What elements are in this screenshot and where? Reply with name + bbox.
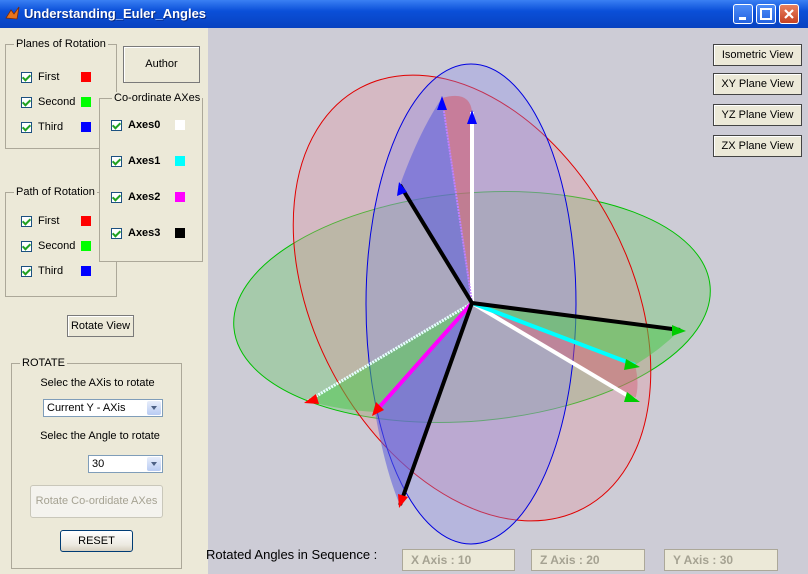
axes2-label: Axes2 <box>128 191 161 203</box>
white-swatch <box>175 120 185 130</box>
author-button[interactable]: Author <box>123 46 200 83</box>
blue-swatch <box>81 266 91 276</box>
chevron-down-icon[interactable] <box>147 457 161 471</box>
plane-third-checkbox[interactable]: Third <box>21 120 63 134</box>
isometric-view-button[interactable]: Isometric View <box>713 44 802 66</box>
axes0-label: Axes0 <box>128 119 161 131</box>
maximize-icon <box>760 8 772 20</box>
green-swatch <box>81 241 91 251</box>
checkbox[interactable] <box>111 119 122 131</box>
y-axis-readout: Y Axis : 30 <box>664 549 778 571</box>
xy-plane-view-button[interactable]: XY Plane View <box>713 73 802 95</box>
maximize-button[interactable] <box>756 4 776 24</box>
z-axis-readout: Z Axis : 20 <box>531 549 645 571</box>
magenta-swatch <box>175 192 185 202</box>
plane-first-label: First <box>38 71 60 83</box>
rotate-view-button[interactable]: Rotate View <box>67 315 134 337</box>
axes3-label: Axes3 <box>128 227 161 239</box>
rotate-label: ROTATE <box>20 357 67 369</box>
checkbox[interactable] <box>21 71 32 83</box>
yz-plane-view-button[interactable]: YZ Plane View <box>713 104 802 126</box>
path-second-checkbox[interactable]: Second <box>21 239 75 253</box>
path-second-label: Second <box>38 240 76 252</box>
black-swatch <box>175 228 185 238</box>
axes3-checkbox[interactable]: Axes3 <box>111 226 160 240</box>
axis-select[interactable]: Current Y - AXis <box>43 399 163 417</box>
matlab-icon <box>5 6 20 20</box>
arrowhead-icon <box>398 494 408 508</box>
angle-select-value: 30 <box>92 458 105 470</box>
axes2-checkbox[interactable]: Axes2 <box>111 190 160 204</box>
blue-swatch <box>81 122 91 132</box>
checkbox[interactable] <box>21 121 32 133</box>
checkbox[interactable] <box>21 215 32 227</box>
axis-select-value: Current Y - AXis <box>47 402 126 414</box>
rotated-angles-label: Rotated Angles in Sequence : <box>206 547 378 562</box>
axes0-checkbox[interactable]: Axes0 <box>111 118 160 132</box>
minimize-button[interactable] <box>733 4 753 24</box>
title-bar: Understanding_Euler_Angles <box>0 0 808 28</box>
axes1-checkbox[interactable]: Axes1 <box>111 154 160 168</box>
plane-second-label: Second <box>38 96 76 108</box>
axes1-label: Axes1 <box>128 155 161 167</box>
path-of-rotation-label: Path of Rotation <box>14 186 97 198</box>
angle-select[interactable]: 30 <box>88 455 163 473</box>
plane-second-checkbox[interactable]: Second <box>21 95 75 109</box>
planes-of-rotation-label: Planes of Rotation <box>14 38 108 50</box>
chevron-down-icon[interactable] <box>147 401 161 415</box>
path-first-label: First <box>38 215 60 227</box>
red-swatch <box>81 72 91 82</box>
window-title: Understanding_Euler_Angles <box>24 6 207 21</box>
zx-plane-view-button[interactable]: ZX Plane View <box>713 135 802 157</box>
checkbox[interactable] <box>21 240 32 252</box>
cyan-swatch <box>175 156 185 166</box>
rotate-coordinate-axes-button[interactable]: Rotate Co-ordidate AXes <box>30 485 163 518</box>
checkbox[interactable] <box>111 155 122 167</box>
checkbox[interactable] <box>21 96 32 108</box>
angle-prompt: Selec the Angle to rotate <box>40 430 160 442</box>
checkbox[interactable] <box>111 227 122 239</box>
red-swatch <box>81 216 91 226</box>
control-panel: Planes of Rotation First Second Third Au… <box>0 28 208 574</box>
close-icon <box>784 9 794 19</box>
path-first-checkbox[interactable]: First <box>21 214 59 228</box>
checkbox[interactable] <box>111 191 122 203</box>
minimize-icon <box>739 17 746 20</box>
axis-prompt: Selec the AXis to rotate <box>40 377 155 389</box>
plane-first-checkbox[interactable]: First <box>21 70 59 84</box>
plane-third-label: Third <box>38 121 64 133</box>
green-swatch <box>81 97 91 107</box>
path-third-checkbox[interactable]: Third <box>21 264 63 278</box>
close-button[interactable] <box>779 4 799 24</box>
coordinate-axes-label: Co-ordinate AXes <box>112 92 203 104</box>
x-axis-readout: X Axis : 10 <box>402 549 515 571</box>
coordinate-axes-group: Co-ordinate AXes Axes0 Axes1 Axes2 Axes3 <box>99 92 203 262</box>
path-third-label: Third <box>38 265 64 277</box>
checkbox[interactable] <box>21 265 32 277</box>
reset-button[interactable]: RESET <box>60 530 133 552</box>
plot-area[interactable]: Isometric View XY Plane View YZ Plane Vi… <box>208 28 808 574</box>
rotate-group: ROTATE Selec the AXis to rotate Current … <box>11 357 182 569</box>
